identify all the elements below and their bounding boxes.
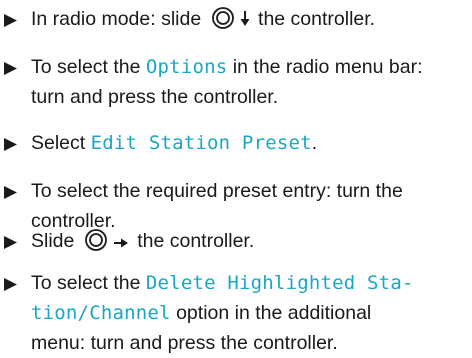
triangle-bullet-icon [4, 176, 18, 206]
triangle-bullet-icon [4, 128, 18, 158]
triangle-bullet-icon [4, 226, 18, 256]
step-text-before: Select [31, 132, 91, 154]
step-text-before: To select the [31, 56, 146, 78]
step-text-before: To select the [31, 272, 146, 294]
menu-option-label: Edit Station Preset [90, 132, 312, 154]
step-text-line: To select the required preset entry: tur… [31, 180, 403, 202]
arrow-down-icon [240, 6, 250, 36]
controller-dial-icon [84, 229, 110, 251]
step-text: To select the Options in the radio menu … [31, 52, 471, 112]
step-text: In radio mode: slide the controller. [31, 4, 471, 34]
menu-option-label-continued: tion/Channel [31, 302, 171, 324]
menu-option-label: Options [145, 56, 228, 78]
step-text: Select Edit Station Preset. [31, 128, 471, 158]
menu-option-label: Delete Highlighted Sta- [145, 272, 414, 294]
arrow-right-icon [113, 228, 129, 258]
step-text-after: the controller. [131, 230, 255, 252]
step-text-after: . [311, 132, 318, 154]
step-text-continued: turn and press the controller. [31, 86, 279, 108]
step-text-after: the controller. [252, 8, 376, 30]
step-text-continued: menu: turn and press the controller. [31, 332, 338, 354]
step-text-after: in the radio menu bar: [227, 56, 423, 78]
triangle-bullet-icon [4, 268, 18, 298]
step-text: To select the Delete Highlighted Sta- ti… [31, 268, 471, 358]
step-text: Slide the controller. [31, 226, 471, 256]
step-text-before: Slide [31, 230, 80, 252]
controller-dial-icon [211, 7, 237, 29]
triangle-bullet-icon [4, 52, 18, 82]
triangle-bullet-icon [4, 4, 18, 34]
step-text-after: option in the additional [170, 302, 372, 324]
step-text-before: In radio mode: slide [31, 8, 207, 30]
